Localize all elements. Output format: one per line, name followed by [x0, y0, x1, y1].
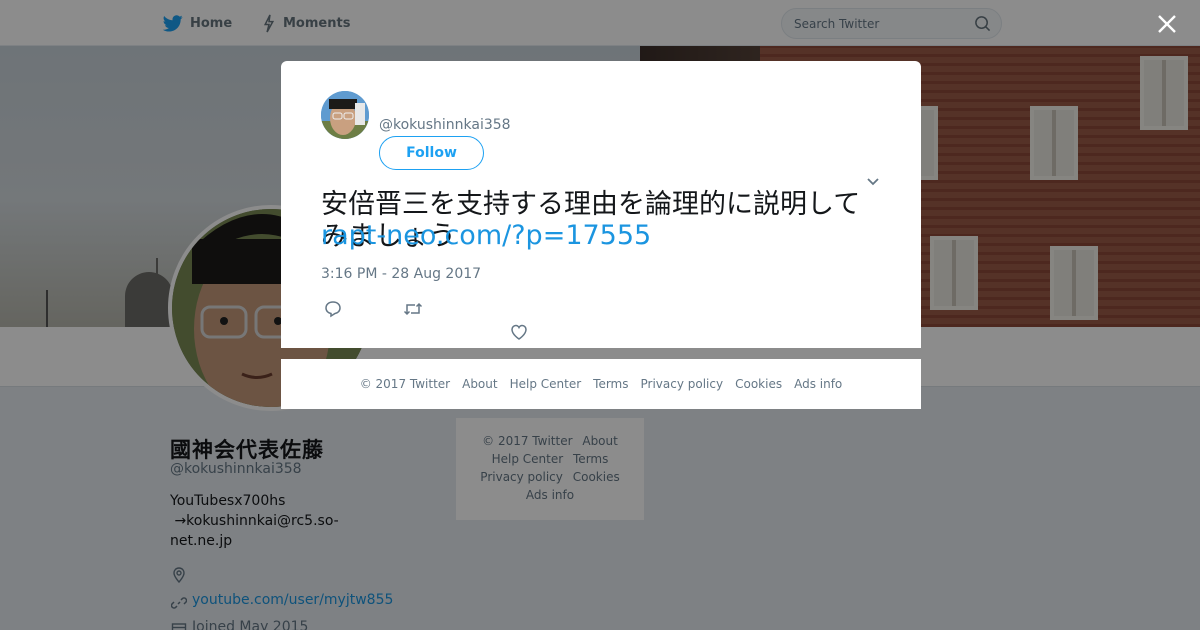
heart-icon[interactable] [510, 323, 528, 341]
chevron-down-icon[interactable] [865, 173, 881, 189]
tweet-author-handle[interactable]: @kokushinnkai358 [379, 117, 511, 133]
modal-footer-cookies-link[interactable]: Cookies [735, 377, 782, 391]
tweet-author-avatar[interactable] [321, 91, 369, 139]
modal-footer-ads-link[interactable]: Ads info [794, 377, 842, 391]
follow-button[interactable]: Follow [379, 136, 484, 170]
close-icon[interactable] [1154, 11, 1180, 37]
modal-footer-terms-link[interactable]: Terms [593, 377, 628, 391]
modal-footer-privacy-link[interactable]: Privacy policy [641, 377, 724, 391]
modal-footer-copyright: © 2017 Twitter [359, 377, 451, 391]
reply-icon[interactable] [324, 300, 342, 318]
tweet-link[interactable]: rapt-neo.com/?p=17555 [321, 220, 651, 251]
tweet-modal: @kokushinnkai358 Follow 安倍晋三を支持する理由を論理的に… [281, 61, 921, 348]
retweet-icon[interactable] [403, 300, 423, 318]
modal-footer-help-link[interactable]: Help Center [510, 377, 582, 391]
tweet-timestamp[interactable]: 3:16 PM - 28 Aug 2017 [321, 266, 481, 282]
modal-footer-about-link[interactable]: About [462, 377, 497, 391]
tweet-author-avatar-image [321, 91, 369, 139]
modal-footer: © 2017 Twitter About Help Center Terms P… [281, 359, 921, 409]
